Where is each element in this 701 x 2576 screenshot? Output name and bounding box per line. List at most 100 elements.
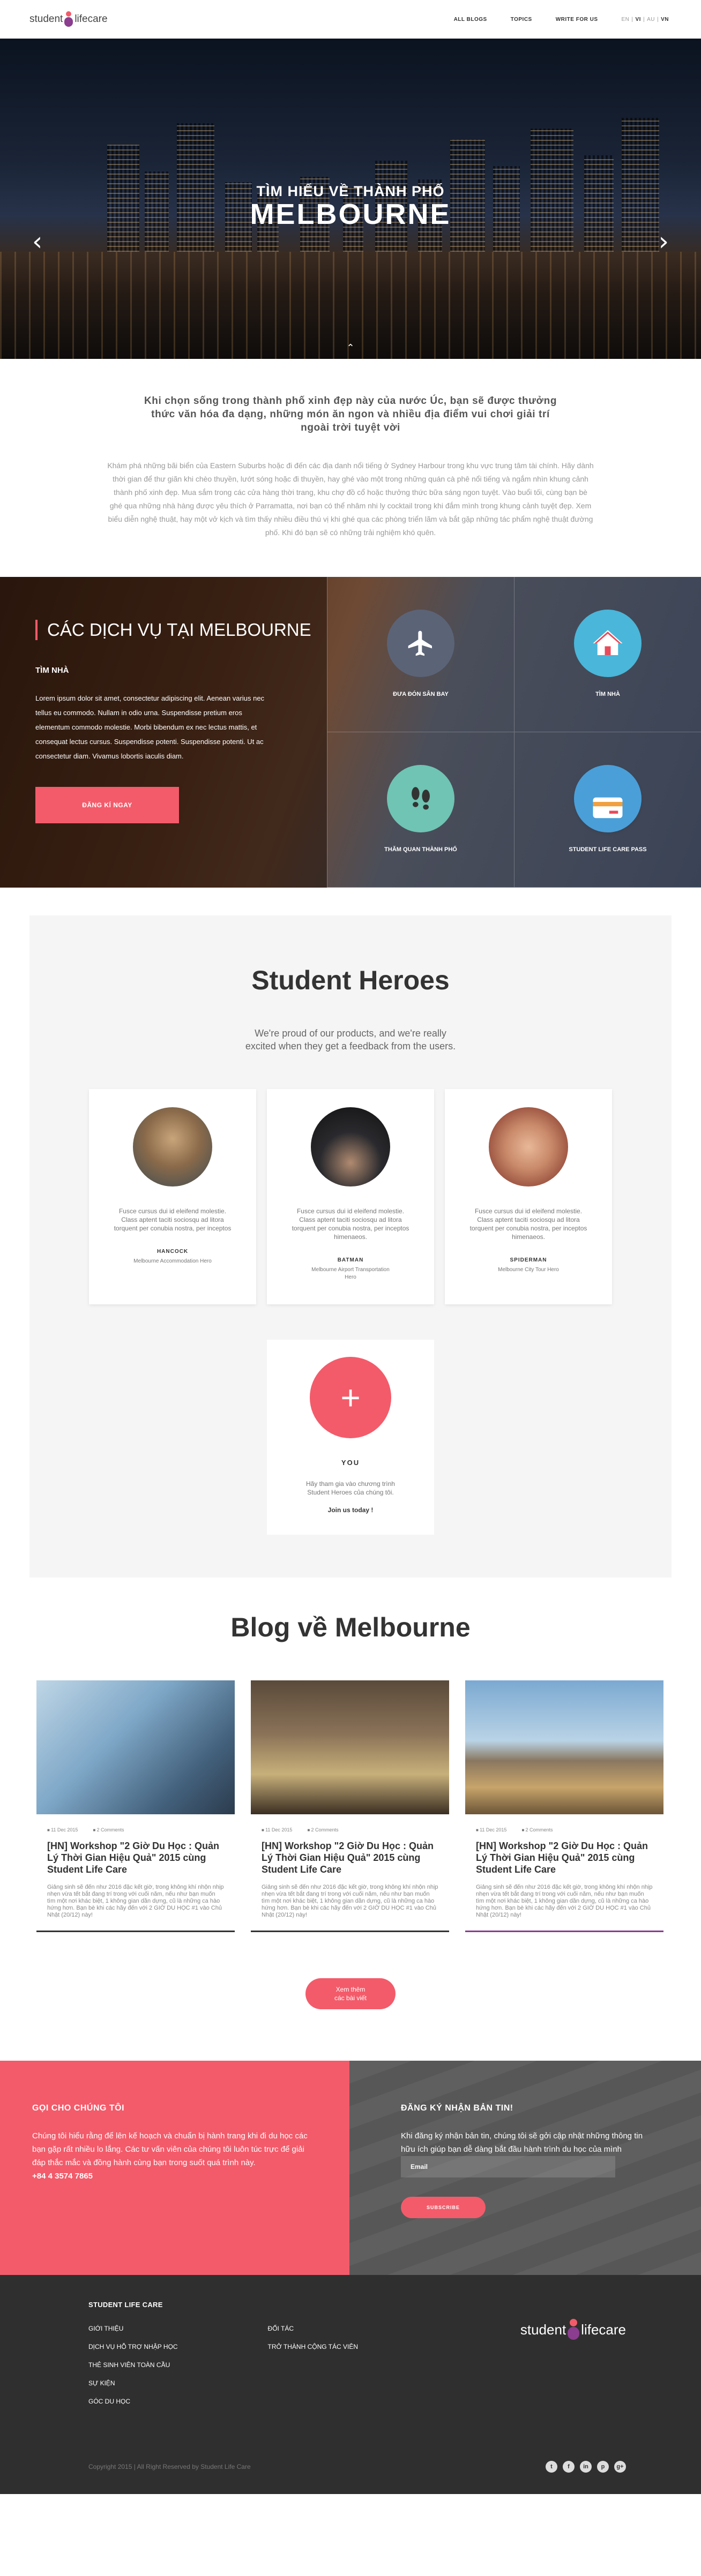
post-excerpt: Giảng sinh sẽ đến như 2016 đặc kết giờ, … (262, 1884, 438, 1918)
services-description: Lorem ipsum dolor sit amet, consectetur … (35, 694, 265, 760)
post-image[interactable] (251, 1680, 449, 1814)
more-posts-line1: Xem thêm (335, 1986, 366, 1993)
join-link[interactable]: Join us today ! (267, 1506, 434, 1514)
post-meta: 11 Dec 2015 2 Comments (476, 1827, 653, 1833)
hero-title: MELBOURNE (250, 198, 451, 230)
services-section: CÁC DỊCH VỤ TẠI MELBOURNE TÌM NHÀ Lorem … (0, 577, 701, 888)
hero-banner: TÌM HIỂU VỀ THÀNH PHỐ MELBOURNE ‹ › ⌃ (0, 39, 701, 359)
footer-links: STUDENT LIFE CARE GIỚI THIỆU DỊCH VỤ HỖ … (88, 2301, 358, 2410)
plus-icon[interactable]: + (310, 1357, 391, 1438)
footer-heading: STUDENT LIFE CARE (88, 2301, 163, 2309)
join-name: YOU (341, 1459, 360, 1467)
service-airport-pickup[interactable]: ĐƯA ĐÓN SÂN BAY (327, 577, 514, 732)
post-title[interactable]: [HN] Workshop "2 Giờ Du Học : Quản Lý Th… (47, 1840, 224, 1875)
logo-word-student: student (29, 13, 63, 25)
pinterest-icon[interactable]: p (597, 2461, 609, 2473)
google-plus-icon[interactable]: g+ (614, 2461, 626, 2473)
service-city-tour[interactable]: THĂM QUAN THÀNH PHỐ (327, 732, 514, 888)
subscribe-button[interactable]: SUBSCRIBE (401, 2197, 486, 2218)
post-title[interactable]: [HN] Workshop "2 Giờ Du Học : Quản Lý Th… (476, 1840, 653, 1875)
lang-vi[interactable]: VI (636, 17, 641, 22)
linkedin-icon[interactable]: in (580, 2461, 592, 2473)
post-comments[interactable]: 2 Comments (521, 1827, 553, 1833)
footer-link[interactable]: TRỞ THÀNH CỘNG TÁC VIÊN (268, 2338, 359, 2356)
footer-link[interactable]: SỰ KIỆN (88, 2374, 178, 2392)
post-image[interactable] (36, 1680, 235, 1814)
services-info: CÁC DỊCH VỤ TẠI MELBOURNE TÌM NHÀ Lorem … (0, 577, 327, 888)
post-excerpt: Giảng sinh sẽ đến như 2016 đặc kết giờ, … (47, 1884, 224, 1918)
intro-heading: Khi chọn sống trong thành phố xinh đẹp n… (144, 395, 557, 433)
footer-link[interactable]: GIỚI THIỆU (88, 2319, 178, 2338)
chevron-left-icon[interactable]: ‹ (32, 229, 42, 254)
more-posts-line2: các bài viết (334, 1994, 367, 2002)
service-label: ĐƯA ĐÓN SÂN BAY (393, 690, 449, 697)
footer-link[interactable]: GÓC DU HỌC (88, 2392, 178, 2410)
more-posts-button[interactable]: Xem thêm các bài viết (305, 1978, 396, 2009)
services-subtitle: TÌM NHÀ (35, 666, 69, 675)
post-date: 11 Dec 2015 (476, 1827, 506, 1833)
twitter-icon[interactable]: t (546, 2461, 557, 2473)
service-find-housing[interactable]: TÌM NHÀ (514, 577, 701, 732)
intro-section: Khi chọn sống trong thành phố xinh đẹp n… (0, 359, 701, 577)
hero-caption: TÌM HIỂU VỀ THÀNH PHỐ MELBOURNE (0, 183, 701, 231)
logo-mark-icon (64, 11, 73, 27)
chevron-right-icon[interactable]: › (659, 229, 669, 254)
contact-band: GỌI CHO CHÚNG TÔI Chúng tôi hiểu rằng để… (0, 2061, 701, 2275)
footer-link[interactable]: THẺ SINH VIÊN TOÀN CẦU (88, 2356, 178, 2374)
scroll-down-icon[interactable]: ⌃ (346, 342, 354, 354)
hero-card: Fusce cursus dui id eleifend molestie. C… (89, 1089, 256, 1304)
nav-write-for-us[interactable]: WRITE FOR US (556, 17, 598, 22)
blog-post[interactable]: 11 Dec 2015 2 Comments [HN] Workshop "2 … (36, 1680, 235, 1932)
heroes-cards: Fusce cursus dui id eleifend molestie. C… (29, 1089, 672, 1304)
join-card: + YOU Hãy tham gia vào chương trình Stud… (267, 1340, 434, 1535)
airplane-icon (387, 609, 454, 677)
hero-card: Fusce cursus dui id eleifend molestie. C… (267, 1089, 434, 1304)
hero-quote: Fusce cursus dui id eleifend molestie. C… (292, 1207, 409, 1241)
service-label: STUDENT LIFE CARE PASS (569, 846, 647, 853)
nav-topics[interactable]: TOPICS (511, 17, 532, 22)
blog-post[interactable]: 11 Dec 2015 2 Comments [HN] Workshop "2 … (465, 1680, 663, 1932)
logo-word-lifecare: lifecare (74, 13, 108, 25)
footer-link[interactable]: ĐỐI TÁC (268, 2319, 359, 2338)
house-icon (574, 609, 642, 677)
site-logo[interactable]: student lifecare (29, 11, 108, 27)
lang-en[interactable]: EN (622, 17, 630, 22)
post-title[interactable]: [HN] Workshop "2 Giờ Du Học : Quản Lý Th… (262, 1840, 438, 1875)
footer-logo[interactable]: student lifecare (520, 2319, 626, 2340)
blog-posts: 11 Dec 2015 2 Comments [HN] Workshop "2 … (36, 1680, 665, 1932)
newsletter-text: Khi đăng ký nhận bản tin, chúng tôi sẽ g… (401, 2131, 643, 2154)
post-comments[interactable]: 2 Comments (93, 1827, 124, 1833)
lang-separator: | (631, 16, 633, 22)
post-image[interactable] (465, 1680, 663, 1814)
post-date: 11 Dec 2015 (47, 1827, 78, 1833)
footprints-icon (387, 764, 454, 832)
hero-quote: Fusce cursus dui id eleifend molestie. C… (114, 1207, 232, 1232)
hero-quote: Fusce cursus dui id eleifend molestie. C… (469, 1207, 587, 1241)
post-comments[interactable]: 2 Comments (307, 1827, 339, 1833)
email-field[interactable] (401, 2156, 615, 2177)
hero-name: BATMAN (337, 1257, 364, 1263)
footer-column-2: ĐỐI TÁC TRỞ THÀNH CỘNG TÁC VIÊN (268, 2319, 359, 2410)
hero-role: Melbourne Airport Transportation Hero (311, 1267, 390, 1280)
footer-link[interactable]: DỊCH VỤ HỖ TRỢ NHẬP HỌC (88, 2338, 178, 2356)
service-label: TÌM NHÀ (595, 690, 620, 697)
facebook-icon[interactable]: f (563, 2461, 575, 2473)
register-button[interactable]: ĐĂNG KÍ NGAY (35, 787, 179, 823)
service-life-care-pass[interactable]: STUDENT LIFE CARE PASS (514, 732, 701, 888)
services-grid: ĐƯA ĐÓN SÂN BAY TÌM NHÀ THĂM QUAN THÀNH … (327, 577, 701, 888)
heroes-title: Student Heroes (251, 965, 450, 995)
blog-title: Blog về Melbourne (230, 1612, 471, 1642)
lang-vn[interactable]: VN (661, 17, 669, 22)
heroes-lead: We're proud of our products, and we're r… (245, 1028, 456, 1052)
city-skyline-image (0, 112, 701, 252)
phone-number[interactable]: +84 4 3574 7865 (32, 2169, 317, 2183)
intro-body: Khám phá những bãi biển của Eastern Subu… (107, 461, 594, 537)
newsletter-title: ĐĂNG KÝ NHẬN BẢN TIN! (401, 2104, 513, 2113)
nav-all-blogs[interactable]: ALL BLOGS (454, 17, 487, 22)
join-text: Hãy tham gia vào chương trình Student He… (306, 1480, 395, 1496)
logo-word-lifecare: lifecare (581, 2321, 626, 2338)
blog-post[interactable]: 11 Dec 2015 2 Comments [HN] Workshop "2 … (251, 1680, 449, 1932)
post-date: 11 Dec 2015 (262, 1827, 292, 1833)
avatar (489, 1107, 568, 1186)
lang-au[interactable]: AU (647, 17, 655, 22)
